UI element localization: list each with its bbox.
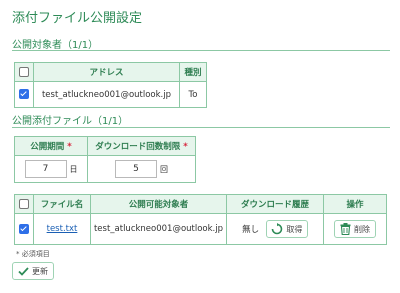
col-filename: ファイル名 [33,194,91,214]
col-target: 公開可能対象者 [90,194,227,214]
trash-icon [340,223,351,235]
recipients-header-row: アドレス 種別 [14,62,207,82]
file-history-cell: 無し 取得 [226,213,324,245]
period-cell: 7日 [14,155,88,183]
files-divider [12,127,390,128]
settings-row: 7日 5回 [14,155,196,183]
refresh-icon [272,223,283,235]
table-row: test.txt test_atluckneo001@outlook.jp 無し… [14,213,387,245]
recipients-select-all[interactable] [14,62,34,82]
files-heading: 公開添付ファイル（1/1） [12,116,129,127]
col-type: 種別 [179,62,207,82]
delete-button[interactable]: 削除 [334,220,376,238]
period-unit: 日 [69,164,78,174]
file-name-cell: test.txt [33,213,91,245]
recipient-select-cell[interactable] [14,81,34,108]
update-label: 更新 [32,266,48,276]
files-table: ファイル名 公開可能対象者 ダウンロード履歴 操作 test.txt test_… [14,194,387,245]
file-actions-cell: 削除 [323,213,387,245]
period-required-mark: * [67,142,72,152]
update-button[interactable]: 更新 [12,262,54,280]
period-header: 公開期間 * [14,136,88,156]
files-select-all[interactable] [14,194,34,214]
check-icon [18,266,29,276]
select-all-checkbox[interactable] [19,66,29,77]
download-history-status: 無し [242,225,260,235]
file-target: test_atluckneo001@outlook.jp [90,213,227,245]
period-label: 公開期間 [30,142,65,152]
period-input[interactable]: 7 [24,160,67,178]
delete-label: 削除 [354,224,370,234]
col-address: アドレス [33,62,180,82]
fetch-button[interactable]: 取得 [265,220,308,238]
col-actions: 操作 [323,194,387,214]
recipient-address: test_atluckneo001@outlook.jp [33,81,180,108]
table-row: test_atluckneo001@outlook.jp To [14,81,207,108]
file-checkbox[interactable] [19,223,29,234]
limit-unit: 回 [160,164,168,174]
settings-header-row: 公開期間 * ダウンロード回数制限 * [14,136,196,156]
page-title: 添付ファイル公開設定 [12,11,143,26]
recipient-checkbox[interactable] [19,89,29,100]
limit-label: ダウンロード回数制限 [95,142,181,152]
required-note: * 必須項目 [16,250,50,258]
recipients-heading: 公開対象者（1/1） [12,40,99,51]
file-link[interactable]: test.txt [47,224,78,234]
recipient-type: To [179,81,207,108]
recipients-table: アドレス 種別 test_atluckneo001@outlook.jp To [14,62,207,108]
limit-input[interactable]: 5 [115,160,157,178]
limit-required-mark: * [183,142,188,152]
settings-table: 公開期間 * ダウンロード回数制限 * 7日 5回 [14,136,196,183]
file-select-cell[interactable] [14,213,34,245]
limit-cell: 5回 [87,155,196,183]
files-header-row: ファイル名 公開可能対象者 ダウンロード履歴 操作 [14,194,387,214]
recipients-divider [12,50,390,51]
files-select-all-checkbox[interactable] [19,198,29,209]
col-history: ダウンロード履歴 [226,194,324,214]
limit-header: ダウンロード回数制限 * [87,136,196,156]
fetch-label: 取得 [286,224,303,234]
